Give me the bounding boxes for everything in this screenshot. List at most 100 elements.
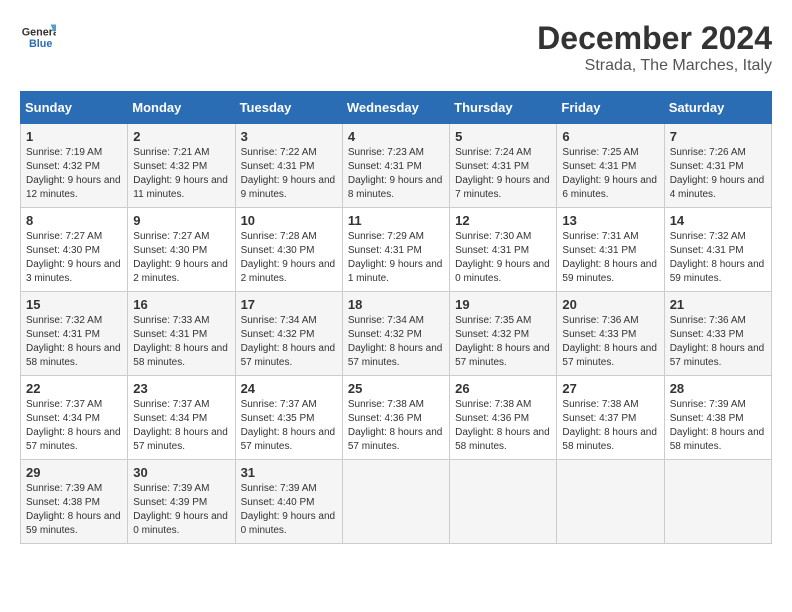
day-number: 30 [133,465,229,480]
calendar-cell: 25 Sunrise: 7:38 AM Sunset: 4:36 PM Dayl… [342,376,449,460]
calendar-cell: 10 Sunrise: 7:28 AM Sunset: 4:30 PM Dayl… [235,208,342,292]
col-sunday: Sunday [21,92,128,124]
col-tuesday: Tuesday [235,92,342,124]
day-number: 12 [455,213,551,228]
day-number: 14 [670,213,766,228]
day-number: 29 [26,465,122,480]
calendar-row: 15 Sunrise: 7:32 AM Sunset: 4:31 PM Dayl… [21,292,772,376]
day-number: 25 [348,381,444,396]
calendar-cell: 21 Sunrise: 7:36 AM Sunset: 4:33 PM Dayl… [664,292,771,376]
svg-text:Blue: Blue [29,38,52,50]
calendar-cell: 26 Sunrise: 7:38 AM Sunset: 4:36 PM Dayl… [450,376,557,460]
day-info: Sunrise: 7:27 AM Sunset: 4:30 PM Dayligh… [26,230,122,286]
calendar-cell: 28 Sunrise: 7:39 AM Sunset: 4:38 PM Dayl… [664,376,771,460]
day-info: Sunrise: 7:30 AM Sunset: 4:31 PM Dayligh… [455,230,551,286]
day-number: 11 [348,213,444,228]
day-info: Sunrise: 7:32 AM Sunset: 4:31 PM Dayligh… [670,230,766,286]
calendar-cell: 20 Sunrise: 7:36 AM Sunset: 4:33 PM Dayl… [557,292,664,376]
calendar-row: 8 Sunrise: 7:27 AM Sunset: 4:30 PM Dayli… [21,208,772,292]
calendar-cell: 7 Sunrise: 7:26 AM Sunset: 4:31 PM Dayli… [664,124,771,208]
calendar-cell: 27 Sunrise: 7:38 AM Sunset: 4:37 PM Dayl… [557,376,664,460]
day-number: 1 [26,129,122,144]
calendar-cell: 30 Sunrise: 7:39 AM Sunset: 4:39 PM Dayl… [128,460,235,544]
day-number: 7 [670,129,766,144]
calendar-cell: 14 Sunrise: 7:32 AM Sunset: 4:31 PM Dayl… [664,208,771,292]
calendar-cell: 29 Sunrise: 7:39 AM Sunset: 4:38 PM Dayl… [21,460,128,544]
day-number: 6 [562,129,658,144]
day-number: 20 [562,297,658,312]
col-saturday: Saturday [664,92,771,124]
day-number: 24 [241,381,337,396]
day-info: Sunrise: 7:19 AM Sunset: 4:32 PM Dayligh… [26,146,122,202]
day-info: Sunrise: 7:34 AM Sunset: 4:32 PM Dayligh… [241,314,337,370]
day-info: Sunrise: 7:39 AM Sunset: 4:38 PM Dayligh… [26,482,122,538]
calendar-row: 1 Sunrise: 7:19 AM Sunset: 4:32 PM Dayli… [21,124,772,208]
day-info: Sunrise: 7:35 AM Sunset: 4:32 PM Dayligh… [455,314,551,370]
day-info: Sunrise: 7:37 AM Sunset: 4:35 PM Dayligh… [241,398,337,454]
calendar-cell: 5 Sunrise: 7:24 AM Sunset: 4:31 PM Dayli… [450,124,557,208]
day-number: 13 [562,213,658,228]
day-info: Sunrise: 7:32 AM Sunset: 4:31 PM Dayligh… [26,314,122,370]
calendar-cell: 17 Sunrise: 7:34 AM Sunset: 4:32 PM Dayl… [235,292,342,376]
calendar-cell [557,460,664,544]
day-info: Sunrise: 7:24 AM Sunset: 4:31 PM Dayligh… [455,146,551,202]
day-info: Sunrise: 7:37 AM Sunset: 4:34 PM Dayligh… [26,398,122,454]
day-info: Sunrise: 7:29 AM Sunset: 4:31 PM Dayligh… [348,230,444,286]
calendar-cell [664,460,771,544]
month-title: December 2024 [537,20,772,57]
calendar-cell: 11 Sunrise: 7:29 AM Sunset: 4:31 PM Dayl… [342,208,449,292]
day-info: Sunrise: 7:36 AM Sunset: 4:33 PM Dayligh… [562,314,658,370]
logo: General Blue [20,20,56,56]
day-info: Sunrise: 7:22 AM Sunset: 4:31 PM Dayligh… [241,146,337,202]
day-number: 19 [455,297,551,312]
day-number: 2 [133,129,229,144]
day-info: Sunrise: 7:25 AM Sunset: 4:31 PM Dayligh… [562,146,658,202]
day-info: Sunrise: 7:36 AM Sunset: 4:33 PM Dayligh… [670,314,766,370]
day-info: Sunrise: 7:31 AM Sunset: 4:31 PM Dayligh… [562,230,658,286]
calendar-cell: 4 Sunrise: 7:23 AM Sunset: 4:31 PM Dayli… [342,124,449,208]
calendar-body: 1 Sunrise: 7:19 AM Sunset: 4:32 PM Dayli… [21,124,772,544]
calendar-cell: 12 Sunrise: 7:30 AM Sunset: 4:31 PM Dayl… [450,208,557,292]
title-area: December 2024 Strada, The Marches, Italy [537,20,772,75]
calendar-cell: 15 Sunrise: 7:32 AM Sunset: 4:31 PM Dayl… [21,292,128,376]
day-number: 9 [133,213,229,228]
day-number: 26 [455,381,551,396]
day-number: 10 [241,213,337,228]
day-number: 23 [133,381,229,396]
calendar-cell [450,460,557,544]
calendar-cell [342,460,449,544]
calendar-cell: 3 Sunrise: 7:22 AM Sunset: 4:31 PM Dayli… [235,124,342,208]
location-subtitle: Strada, The Marches, Italy [537,57,772,75]
day-number: 21 [670,297,766,312]
day-info: Sunrise: 7:38 AM Sunset: 4:36 PM Dayligh… [455,398,551,454]
col-thursday: Thursday [450,92,557,124]
day-info: Sunrise: 7:39 AM Sunset: 4:38 PM Dayligh… [670,398,766,454]
day-info: Sunrise: 7:28 AM Sunset: 4:30 PM Dayligh… [241,230,337,286]
calendar-cell: 22 Sunrise: 7:37 AM Sunset: 4:34 PM Dayl… [21,376,128,460]
header-row: Sunday Monday Tuesday Wednesday Thursday… [21,92,772,124]
day-info: Sunrise: 7:38 AM Sunset: 4:37 PM Dayligh… [562,398,658,454]
day-number: 5 [455,129,551,144]
day-info: Sunrise: 7:27 AM Sunset: 4:30 PM Dayligh… [133,230,229,286]
day-number: 16 [133,297,229,312]
day-info: Sunrise: 7:38 AM Sunset: 4:36 PM Dayligh… [348,398,444,454]
col-friday: Friday [557,92,664,124]
day-number: 31 [241,465,337,480]
calendar-cell: 24 Sunrise: 7:37 AM Sunset: 4:35 PM Dayl… [235,376,342,460]
col-wednesday: Wednesday [342,92,449,124]
calendar-cell: 2 Sunrise: 7:21 AM Sunset: 4:32 PM Dayli… [128,124,235,208]
calendar-cell: 23 Sunrise: 7:37 AM Sunset: 4:34 PM Dayl… [128,376,235,460]
calendar-cell: 13 Sunrise: 7:31 AM Sunset: 4:31 PM Dayl… [557,208,664,292]
day-info: Sunrise: 7:34 AM Sunset: 4:32 PM Dayligh… [348,314,444,370]
day-info: Sunrise: 7:23 AM Sunset: 4:31 PM Dayligh… [348,146,444,202]
calendar-table: Sunday Monday Tuesday Wednesday Thursday… [20,91,772,544]
calendar-cell: 9 Sunrise: 7:27 AM Sunset: 4:30 PM Dayli… [128,208,235,292]
day-info: Sunrise: 7:39 AM Sunset: 4:39 PM Dayligh… [133,482,229,538]
calendar-cell: 16 Sunrise: 7:33 AM Sunset: 4:31 PM Dayl… [128,292,235,376]
logo-icon: General Blue [20,20,56,56]
day-number: 8 [26,213,122,228]
day-number: 4 [348,129,444,144]
calendar-row: 29 Sunrise: 7:39 AM Sunset: 4:38 PM Dayl… [21,460,772,544]
calendar-cell: 19 Sunrise: 7:35 AM Sunset: 4:32 PM Dayl… [450,292,557,376]
calendar-cell: 18 Sunrise: 7:34 AM Sunset: 4:32 PM Dayl… [342,292,449,376]
